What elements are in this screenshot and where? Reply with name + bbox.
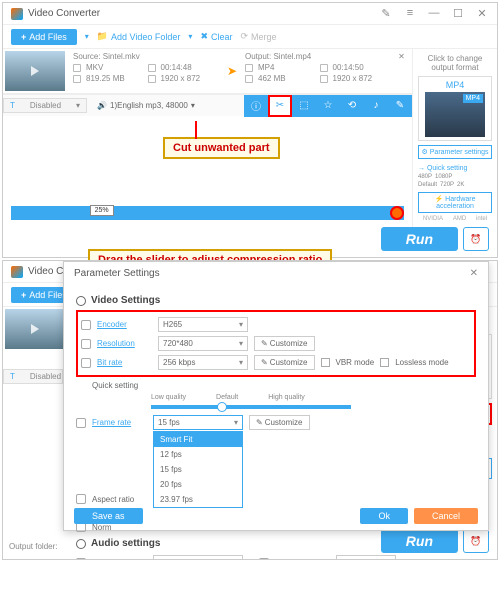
convert-arrow-icon: ➤ bbox=[222, 52, 242, 90]
add-files-dropdown-icon[interactable]: ▾ bbox=[85, 32, 89, 41]
highlighted-settings: Encoder H265 Resolution 720*480 ✎ Custom… bbox=[76, 310, 476, 377]
watermark-icon[interactable]: ♪ bbox=[364, 95, 388, 117]
hardware-accel-button[interactable]: ⚡ Hardware acceleration bbox=[418, 192, 492, 213]
channels-select[interactable]: Smart Fit bbox=[336, 555, 396, 560]
main-window-2: Video Converter ✎ Add Files TDisabled Cl… bbox=[2, 260, 498, 560]
edit-icon[interactable]: ✎ bbox=[388, 95, 412, 117]
file-list-panel: Source: Sintel.mkv MKV 00:14:48 819.25 M… bbox=[3, 49, 412, 227]
customize-resolution-button[interactable]: ✎ Customize bbox=[254, 336, 315, 351]
cancel-button[interactable]: Cancel bbox=[414, 508, 478, 524]
framerate-icon bbox=[76, 418, 86, 428]
gear-icon bbox=[76, 539, 86, 549]
rotate-icon[interactable]: ⟲ bbox=[340, 95, 364, 117]
video-settings-header: Video Settings bbox=[76, 295, 476, 306]
vbr-checkbox[interactable] bbox=[321, 358, 330, 367]
parameter-settings-button[interactable]: ⚙ Parameter settings bbox=[418, 145, 492, 159]
lossless-checkbox[interactable] bbox=[380, 358, 389, 367]
effect-icon[interactable]: ☆ bbox=[316, 95, 340, 117]
resolution-icon bbox=[81, 339, 91, 349]
minimize-icon[interactable]: — bbox=[427, 7, 441, 20]
add-folder-button[interactable]: 📁 Add Video Folder bbox=[97, 31, 181, 42]
size-icon bbox=[73, 75, 81, 83]
format-preview bbox=[425, 92, 485, 137]
add-files-button[interactable]: Add Files bbox=[11, 29, 77, 45]
remove-file-icon[interactable]: ✕ bbox=[394, 52, 409, 90]
parameter-settings-dialog: Parameter Settings ✕ Video Settings Enco… bbox=[63, 261, 489, 531]
format-panel: Click to change output format MP4 ⚙ Para… bbox=[412, 49, 497, 227]
close-icon[interactable]: ✕ bbox=[475, 7, 489, 20]
bitrate-label[interactable]: Bit rate bbox=[97, 358, 152, 367]
subtitle-select[interactable]: TDisabled bbox=[3, 369, 63, 384]
subtitle-select[interactable]: TDisabled▾ bbox=[3, 98, 87, 113]
clear-button[interactable]: ✖ Clear bbox=[200, 31, 232, 42]
source-label: Source: Sintel.mkv bbox=[73, 52, 219, 61]
gear-icon bbox=[76, 296, 86, 306]
audio-settings-header: Audio settings bbox=[76, 538, 476, 549]
format-icon bbox=[245, 64, 253, 72]
format-panel-title: Click to change output format bbox=[418, 54, 492, 72]
schedule-icon[interactable]: ⏰ bbox=[463, 227, 489, 251]
toolbar: Add Files ▾ 📁 Add Video Folder ▾ ✖ Clear… bbox=[3, 25, 497, 49]
feedback-icon[interactable]: ✎ bbox=[379, 7, 393, 20]
cut-icon[interactable]: ✂ bbox=[268, 95, 292, 117]
customize-framerate-button[interactable]: ✎ Customize bbox=[249, 415, 310, 430]
menu-icon[interactable]: ≡ bbox=[403, 7, 417, 20]
merge-button: ⟳ Merge bbox=[241, 31, 277, 42]
video-thumbnail[interactable] bbox=[5, 51, 65, 91]
file-row[interactable]: Source: Sintel.mkv MKV 00:14:48 819.25 M… bbox=[3, 49, 412, 94]
compression-slider[interactable]: 25% bbox=[11, 206, 404, 220]
slider-handle[interactable]: 25% bbox=[90, 205, 114, 216]
a-encoder-icon bbox=[76, 558, 86, 561]
encoder-label[interactable]: Encoder bbox=[97, 320, 152, 329]
ok-button[interactable]: Ok bbox=[360, 508, 408, 524]
encoder-icon bbox=[81, 320, 91, 330]
quick-setting-label: → Quick setting bbox=[418, 165, 492, 172]
crop-icon[interactable]: ⬚ bbox=[292, 95, 316, 117]
duration-icon bbox=[148, 64, 156, 72]
quality-slider[interactable] bbox=[151, 405, 351, 409]
channels-icon bbox=[259, 558, 269, 561]
audio-encoder-select[interactable]: Smart Fit bbox=[153, 555, 243, 560]
format-icon bbox=[73, 64, 81, 72]
dialog-title: Parameter Settings bbox=[74, 268, 160, 279]
customize-bitrate-button[interactable]: ✎ Customize bbox=[254, 355, 315, 370]
resolution-icon bbox=[148, 75, 156, 83]
main-window-1: Video Converter ✎ ≡ — ☐ ✕ Add Files ▾ 📁 … bbox=[2, 2, 498, 258]
bitrate-icon bbox=[81, 358, 91, 368]
slider-end-icon[interactable] bbox=[390, 206, 404, 220]
resolution-icon bbox=[320, 75, 328, 83]
annotation-cut: Cut unwanted part bbox=[163, 137, 280, 159]
app-title: Video Converter bbox=[28, 8, 100, 19]
output-label: Output: Sintel.mp4 bbox=[245, 52, 391, 61]
resolution-select[interactable]: 720*480 bbox=[158, 336, 248, 351]
maximize-icon[interactable]: ☐ bbox=[451, 7, 465, 20]
framerate-label[interactable]: Frame rate bbox=[92, 418, 147, 427]
save-as-button[interactable]: Save as bbox=[74, 508, 143, 524]
bitrate-select[interactable]: 256 kbps bbox=[158, 355, 248, 370]
resolution-label[interactable]: Resolution bbox=[97, 339, 152, 348]
output-folder-label: Output folder: bbox=[9, 542, 57, 551]
video-thumbnail[interactable] bbox=[5, 309, 65, 349]
app-logo-icon bbox=[11, 266, 23, 278]
framerate-select[interactable]: 15 fps bbox=[153, 415, 243, 430]
run-button[interactable]: Run bbox=[381, 227, 458, 251]
dialog-close-icon[interactable]: ✕ bbox=[470, 268, 478, 279]
encoder-select[interactable]: H265 bbox=[158, 317, 248, 332]
output-format-box[interactable]: MP4 bbox=[418, 76, 492, 141]
add-folder-dropdown-icon[interactable]: ▾ bbox=[188, 32, 192, 41]
app-logo-icon bbox=[11, 8, 23, 20]
framerate-dropdown[interactable]: Smart Fit 12 fps 15 fps 20 fps 23.97 fps bbox=[153, 431, 243, 508]
info-icon[interactable]: ⓘ bbox=[244, 95, 268, 117]
titlebar: Video Converter ✎ ≡ — ☐ ✕ bbox=[3, 3, 497, 25]
audio-track-select[interactable]: 🔊 1)English mp3, 48000 ▾ bbox=[91, 99, 201, 112]
size-icon bbox=[245, 75, 253, 83]
duration-icon bbox=[320, 64, 328, 72]
